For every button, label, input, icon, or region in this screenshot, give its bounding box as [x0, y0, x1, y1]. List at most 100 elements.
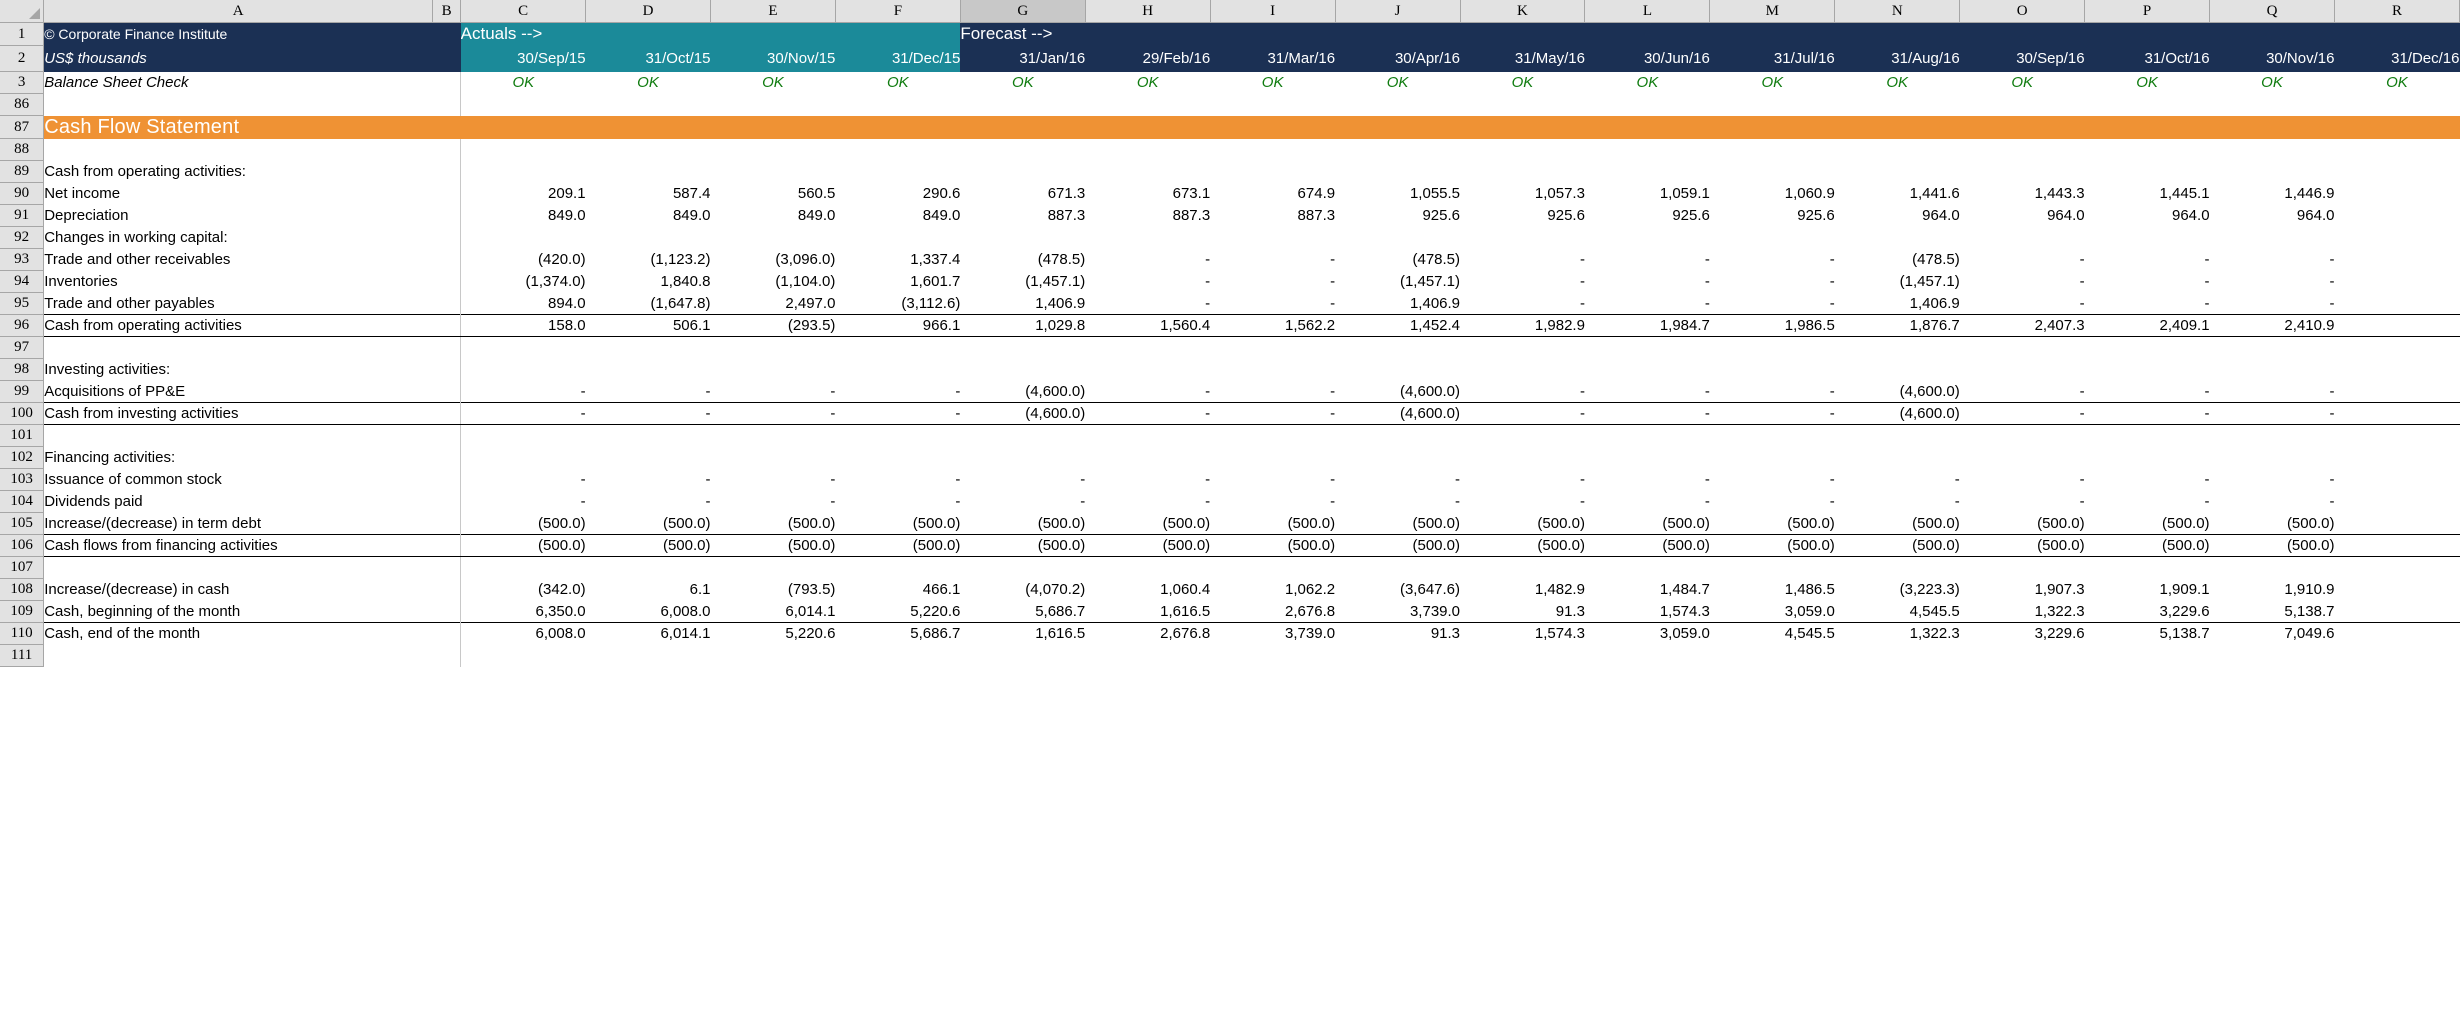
data-cell[interactable]: [2334, 337, 2459, 359]
data-cell[interactable]: [461, 161, 586, 183]
data-cell[interactable]: [2334, 557, 2459, 579]
data-cell[interactable]: 5,686.7: [960, 601, 1085, 623]
data-cell[interactable]: (500.0): [461, 513, 586, 535]
data-cell[interactable]: -: [1835, 491, 1960, 513]
data-cell[interactable]: [710, 139, 835, 161]
data-cell[interactable]: [461, 337, 586, 359]
data-cell[interactable]: -: [1710, 271, 1835, 293]
data-cell[interactable]: (500.0): [2209, 534, 2335, 557]
data-cell[interactable]: [710, 359, 835, 381]
data-cell[interactable]: [1335, 337, 1460, 359]
data-cell[interactable]: [461, 359, 586, 381]
data-cell[interactable]: 3,229.6: [1959, 622, 2085, 645]
data-cell[interactable]: -: [1335, 491, 1460, 513]
data-cell[interactable]: [1585, 557, 1710, 579]
data-cell[interactable]: (3,112.6): [835, 293, 960, 315]
data-cell[interactable]: [1835, 337, 1960, 359]
data-cell[interactable]: -: [1460, 469, 1585, 491]
row-header-104[interactable]: 104: [0, 490, 45, 513]
data-cell[interactable]: [1960, 337, 2085, 359]
data-cell[interactable]: 925.6: [1335, 205, 1460, 227]
data-cell[interactable]: -: [2085, 491, 2210, 513]
data-cell[interactable]: -: [2085, 469, 2210, 491]
data-cell[interactable]: [1960, 425, 2085, 447]
data-cell[interactable]: [1335, 227, 1460, 249]
data-cell[interactable]: -: [1710, 381, 1835, 403]
data-cell[interactable]: -: [1710, 491, 1835, 513]
data-cell[interactable]: (500.0): [1835, 513, 1960, 535]
column-header-j[interactable]: J: [1335, 0, 1461, 23]
data-cell[interactable]: [2334, 205, 2459, 227]
data-cell[interactable]: 6,008.0: [586, 601, 710, 623]
data-cell[interactable]: 1,445.1: [2085, 183, 2210, 205]
data-cell[interactable]: [1335, 94, 1460, 116]
data-cell[interactable]: 1,441.6: [1835, 183, 1960, 205]
data-cell[interactable]: 674.9: [1210, 183, 1336, 205]
data-cell[interactable]: 4,545.5: [1709, 622, 1835, 645]
data-cell[interactable]: -: [1960, 469, 2085, 491]
data-cell[interactable]: (500.0): [2210, 513, 2335, 535]
data-cell[interactable]: -: [960, 469, 1085, 491]
data-cell[interactable]: (500.0): [1959, 534, 2085, 557]
data-cell[interactable]: (500.0): [1085, 534, 1211, 557]
data-cell[interactable]: -: [586, 491, 710, 513]
data-cell[interactable]: [1335, 139, 1460, 161]
row-header-88[interactable]: 88: [0, 138, 45, 161]
data-cell[interactable]: [1585, 227, 1710, 249]
data-cell[interactable]: 849.0: [586, 205, 711, 227]
data-cell[interactable]: [2334, 293, 2459, 315]
data-cell[interactable]: [960, 94, 1085, 116]
data-cell[interactable]: [586, 94, 711, 116]
data-cell[interactable]: [1085, 425, 1210, 447]
data-cell[interactable]: [835, 227, 960, 249]
data-cell[interactable]: -: [1210, 271, 1335, 293]
data-cell[interactable]: (500.0): [1834, 534, 1960, 557]
data-cell[interactable]: 964.0: [1835, 205, 1960, 227]
data-cell[interactable]: [461, 139, 586, 161]
data-cell[interactable]: 1,452.4: [1335, 314, 1461, 337]
data-cell[interactable]: 1,060.9: [1710, 183, 1835, 205]
row-header-108[interactable]: 108: [0, 578, 45, 601]
data-cell[interactable]: [710, 337, 835, 359]
data-cell[interactable]: (1,457.1): [960, 271, 1085, 293]
data-cell[interactable]: -: [2210, 249, 2334, 271]
data-cell[interactable]: 2,676.8: [1085, 622, 1211, 645]
data-cell[interactable]: [2334, 513, 2459, 535]
data-cell[interactable]: -: [710, 469, 835, 491]
data-cell[interactable]: [1085, 227, 1210, 249]
row-header-99[interactable]: 99: [0, 380, 45, 403]
data-cell[interactable]: 587.4: [586, 183, 711, 205]
data-cell[interactable]: [835, 139, 960, 161]
data-cell[interactable]: 1,443.3: [1960, 183, 2085, 205]
data-cell[interactable]: [835, 161, 960, 183]
data-cell[interactable]: [1960, 227, 2085, 249]
data-cell[interactable]: [1460, 94, 1585, 116]
data-cell[interactable]: [960, 337, 1085, 359]
data-cell[interactable]: [2334, 139, 2459, 161]
data-cell[interactable]: 966.1: [835, 314, 961, 337]
data-cell[interactable]: [2334, 534, 2460, 557]
data-cell[interactable]: [586, 359, 711, 381]
data-cell[interactable]: 2,676.8: [1210, 601, 1335, 623]
row-header-102[interactable]: 102: [0, 446, 45, 469]
data-cell[interactable]: [2334, 645, 2459, 667]
row-header-103[interactable]: 103: [0, 468, 45, 491]
row-header-87[interactable]: 87: [0, 115, 45, 139]
data-cell[interactable]: [461, 94, 586, 116]
data-cell[interactable]: (4,600.0): [960, 402, 1086, 425]
data-cell[interactable]: 6,350.0: [461, 601, 586, 623]
data-cell[interactable]: [1460, 425, 1585, 447]
data-cell[interactable]: [2334, 579, 2459, 601]
data-cell[interactable]: 1,910.9: [2210, 579, 2334, 601]
data-cell[interactable]: 1,616.5: [1085, 601, 1210, 623]
row-header-105[interactable]: 105: [0, 512, 45, 535]
data-cell[interactable]: -: [1210, 381, 1335, 403]
data-cell[interactable]: [1960, 161, 2085, 183]
data-cell[interactable]: (500.0): [586, 513, 711, 535]
data-cell[interactable]: 887.3: [1085, 205, 1211, 227]
data-cell[interactable]: 5,138.7: [2210, 601, 2334, 623]
data-cell[interactable]: (1,104.0): [710, 271, 835, 293]
column-header-d[interactable]: D: [585, 0, 711, 23]
data-cell[interactable]: [2334, 381, 2459, 403]
data-cell[interactable]: [1960, 557, 2085, 579]
